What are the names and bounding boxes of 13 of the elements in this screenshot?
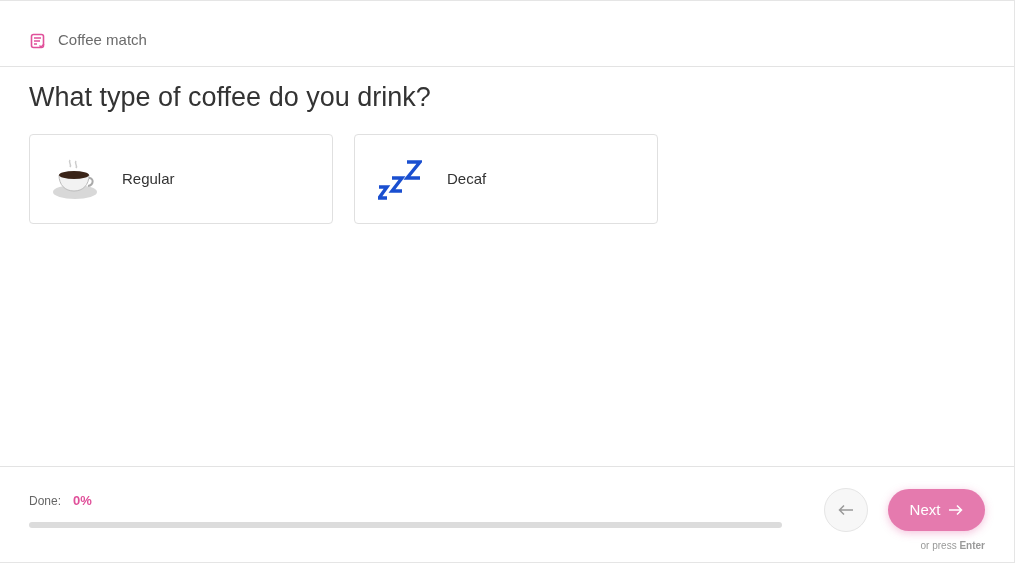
keyboard-hint: or press Enter <box>920 539 985 553</box>
coffee-cup-icon <box>52 158 98 200</box>
left-arrow-icon <box>838 504 854 516</box>
right-arrow-icon <box>948 504 964 516</box>
progress-value: 0% <box>73 492 92 510</box>
back-button[interactable] <box>824 488 868 532</box>
form-title: Coffee match <box>58 30 147 51</box>
sleep-icon <box>378 157 422 201</box>
progress-label: Done: <box>29 492 62 510</box>
answer-option[interactable]: Decaf <box>354 134 658 224</box>
answer-option[interactable]: Regular <box>29 134 333 224</box>
question-heading: What type of coffee do you drink? <box>29 81 432 114</box>
form-icon <box>30 32 46 49</box>
